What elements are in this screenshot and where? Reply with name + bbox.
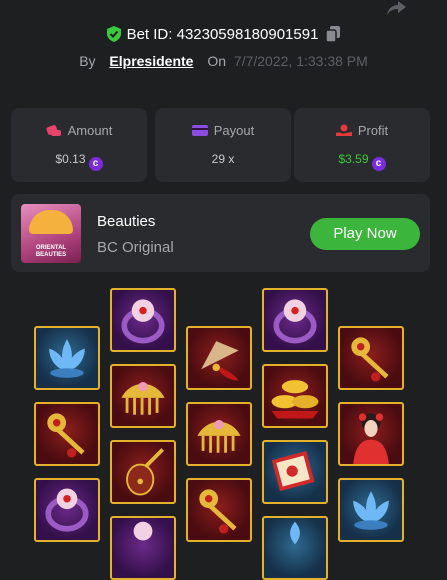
reel-symbol-blue-lotus <box>34 326 100 390</box>
reel-symbol-beauty-lady <box>338 402 404 466</box>
play-now-button[interactable]: Play Now <box>310 218 420 250</box>
bc-coin-icon: c <box>371 157 386 171</box>
profit-card: Profit $3.59 c <box>294 108 430 182</box>
author-row: By Elpresidente On 7/7/2022, 1:33:38 PM <box>0 53 447 69</box>
copy-icon[interactable] <box>326 26 341 42</box>
game-provider: BC Original <box>97 239 174 256</box>
reel-symbol-jade-comb <box>186 402 252 466</box>
reel-symbol-lotus-ring <box>34 478 100 542</box>
reel-symbol-jade-comb <box>110 364 176 428</box>
amount-icon <box>46 125 61 136</box>
reel-symbol-lotus-ring <box>262 288 328 352</box>
profit-label: Profit <box>357 123 389 138</box>
bet-id-row: Bet ID: 43230598180901591 <box>0 26 447 43</box>
reel-symbol-lotus-ring <box>110 288 176 352</box>
game-card: ORIENTAL BEAUTIES Beauties BC Original P… <box>11 194 430 272</box>
reel-symbol-golden-hairpin <box>34 402 100 466</box>
bet-date: 7/7/2022, 1:33:38 PM <box>233 53 368 69</box>
reel-symbol-blue-lotus <box>338 478 404 542</box>
username-link[interactable]: Elpresidente <box>109 53 193 69</box>
profit-icon <box>335 124 352 136</box>
reel-symbol-pipa-lute <box>110 440 176 504</box>
payout-card: Payout 29 x <box>155 108 291 182</box>
shield-check-icon <box>106 26 121 42</box>
reel-symbol-golden-hairpin <box>338 326 404 390</box>
amount-value: $0.13 <box>55 152 86 166</box>
by-label: By <box>79 53 96 69</box>
amount-card: Amount $0.13 c <box>11 108 147 182</box>
amount-label: Amount <box>67 123 113 138</box>
reel-symbol-golden-hairpin <box>186 478 252 542</box>
reel-symbol-red-fan <box>186 326 252 390</box>
on-label: On <box>207 53 227 69</box>
reel-symbol-gold-ingots <box>262 364 328 428</box>
bc-coin-icon: c <box>88 157 103 171</box>
payout-value: 29 x <box>211 152 235 166</box>
payout-label: Payout <box>213 123 255 138</box>
fan-icon <box>29 210 73 234</box>
reel-symbol-blue-lotus <box>262 516 328 580</box>
game-name[interactable]: Beauties <box>97 213 155 230</box>
bet-id-text: Bet ID: 43230598180901591 <box>126 26 319 43</box>
reel-symbol-red-book <box>262 440 328 504</box>
payout-icon <box>191 125 208 136</box>
thumbnail-text: ORIENTAL BEAUTIES <box>35 245 67 258</box>
game-thumbnail[interactable]: ORIENTAL BEAUTIES <box>21 204 81 263</box>
share-icon[interactable] <box>385 0 407 16</box>
profit-value: $3.59 <box>338 152 369 166</box>
reel-symbol-lotus-ring <box>110 516 176 580</box>
